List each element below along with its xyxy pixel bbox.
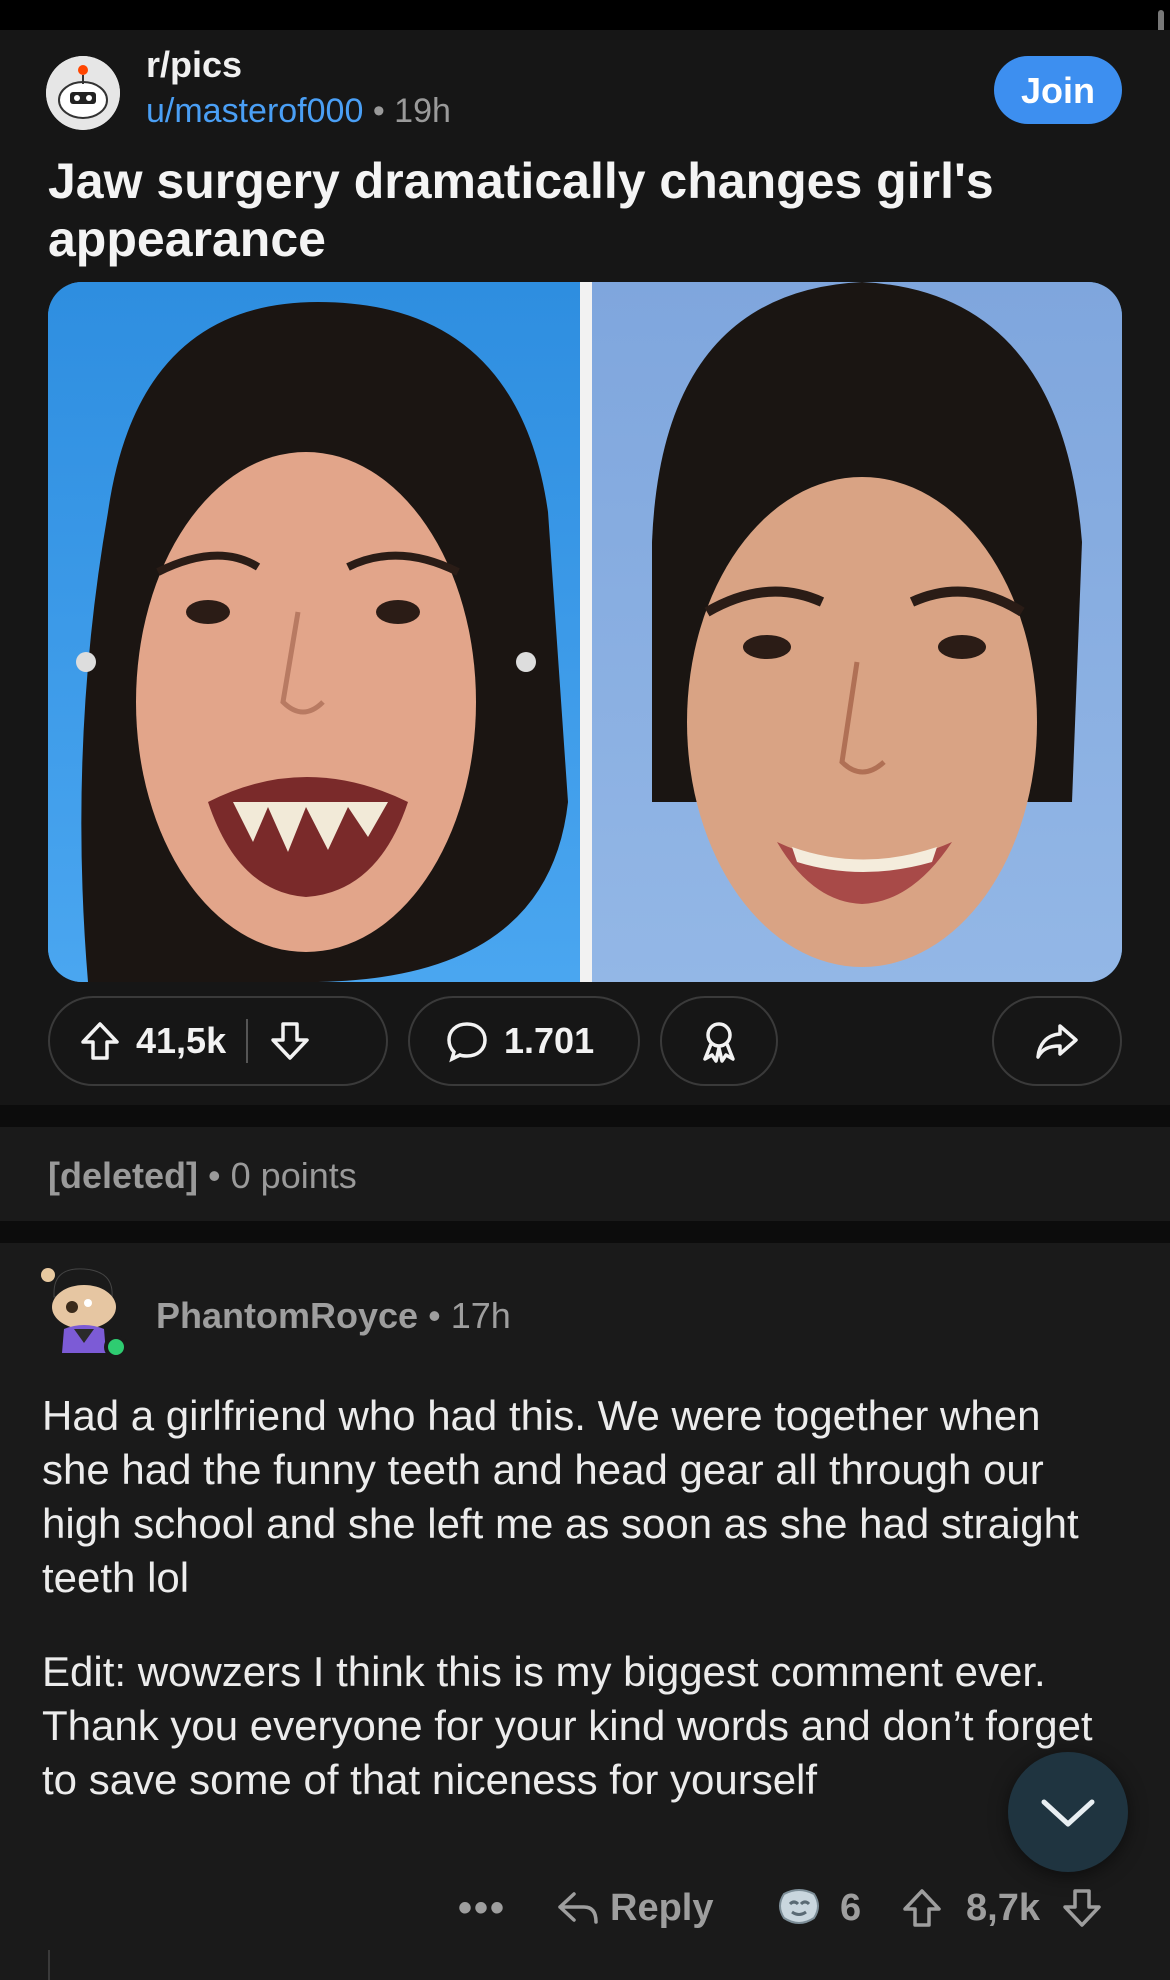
post-byline: u/masterof000 • 19h [146, 92, 451, 131]
subreddit-avatar[interactable] [46, 56, 120, 130]
comment-age: 17h [450, 1295, 511, 1336]
comment-paragraph: Edit: wowzers I think this is my biggest… [42, 1648, 1093, 1803]
deleted-comment-meta: [deleted] • 0 points [48, 1155, 357, 1197]
award-ribbon-icon [703, 1022, 735, 1063]
comment-author[interactable]: PhantomRoyce [156, 1295, 418, 1336]
comment-downvote-button[interactable] [1060, 1886, 1104, 1930]
snoo-icon [46, 56, 120, 130]
reply-label: Reply [610, 1886, 714, 1929]
byline-separator: • [372, 92, 385, 130]
online-status-badge [104, 1335, 128, 1359]
comment-upvote-button[interactable] [900, 1886, 944, 1930]
post-age: 19h [394, 92, 451, 130]
comment-paragraph: Had a girlfriend who had this. We were t… [42, 1392, 1079, 1601]
share-button[interactable] [992, 996, 1122, 1086]
status-bar [0, 0, 1170, 30]
subreddit-name[interactable]: r/pics [146, 44, 242, 86]
comment-meta: PhantomRoyce • 17h [156, 1295, 511, 1337]
more-options-button[interactable]: ••• [458, 1868, 506, 1948]
image-divider [580, 282, 592, 982]
comment-award[interactable]: 6 [774, 1868, 861, 1948]
arrow-down-icon [271, 1022, 309, 1060]
post-author[interactable]: u/masterof000 [146, 92, 363, 130]
post-title[interactable]: Jaw surgery dramatically changes girl's … [48, 152, 1048, 268]
award-count: 6 [840, 1886, 862, 1929]
deleted-author: [deleted] [48, 1155, 199, 1196]
deleted-points: 0 points [230, 1155, 357, 1196]
award-button[interactable] [660, 996, 778, 1086]
upvote-count: 41,5k [136, 1020, 227, 1061]
comment-vote-control: 8,7k [900, 1868, 1104, 1948]
reply-button[interactable]: Reply [556, 1868, 713, 1948]
comment-separator: • [428, 1295, 441, 1336]
upvote-button[interactable] [78, 1019, 122, 1063]
comment: PhantomRoyce • 17h Had a girlfriend who … [0, 1243, 1170, 1980]
join-button[interactable]: Join [994, 56, 1122, 124]
comment-action-bar: ••• Reply 6 8,7k [0, 1868, 1170, 1948]
arrow-up-icon [81, 1022, 119, 1060]
arrow-down-icon [1063, 1889, 1101, 1927]
reply-arrow-icon [558, 1892, 598, 1924]
arrow-up-icon [903, 1889, 941, 1927]
vote-separator [246, 1019, 249, 1063]
after-face-illustration [652, 282, 1082, 967]
post-action-bar: 41,5k 1.701 [48, 996, 1122, 1090]
comment-body: Had a girlfriend who had this. We were t… [42, 1389, 1102, 1847]
speech-bubble-icon [444, 1018, 490, 1064]
comment-vote-count: 8,7k [966, 1886, 1040, 1929]
after-photo [592, 282, 1122, 982]
comments-button[interactable]: 1.701 [408, 996, 640, 1086]
before-photo [48, 282, 580, 982]
vote-control: 41,5k [48, 996, 388, 1086]
share-arrow-icon [1036, 1024, 1078, 1059]
section-divider [0, 1221, 1170, 1243]
award-badge-icon [779, 1889, 819, 1924]
before-face-illustration [76, 302, 569, 982]
next-comment-button[interactable] [1008, 1752, 1128, 1872]
post-image[interactable] [48, 282, 1122, 982]
chevron-down-icon [1041, 1799, 1095, 1827]
deleted-comment[interactable]: [deleted] • 0 points [0, 1127, 1170, 1221]
deleted-separator: • [208, 1155, 221, 1196]
thread-line [48, 1950, 50, 1980]
downvote-button[interactable] [268, 1019, 312, 1063]
comment-count: 1.701 [504, 1020, 595, 1061]
section-divider [0, 1105, 1170, 1127]
